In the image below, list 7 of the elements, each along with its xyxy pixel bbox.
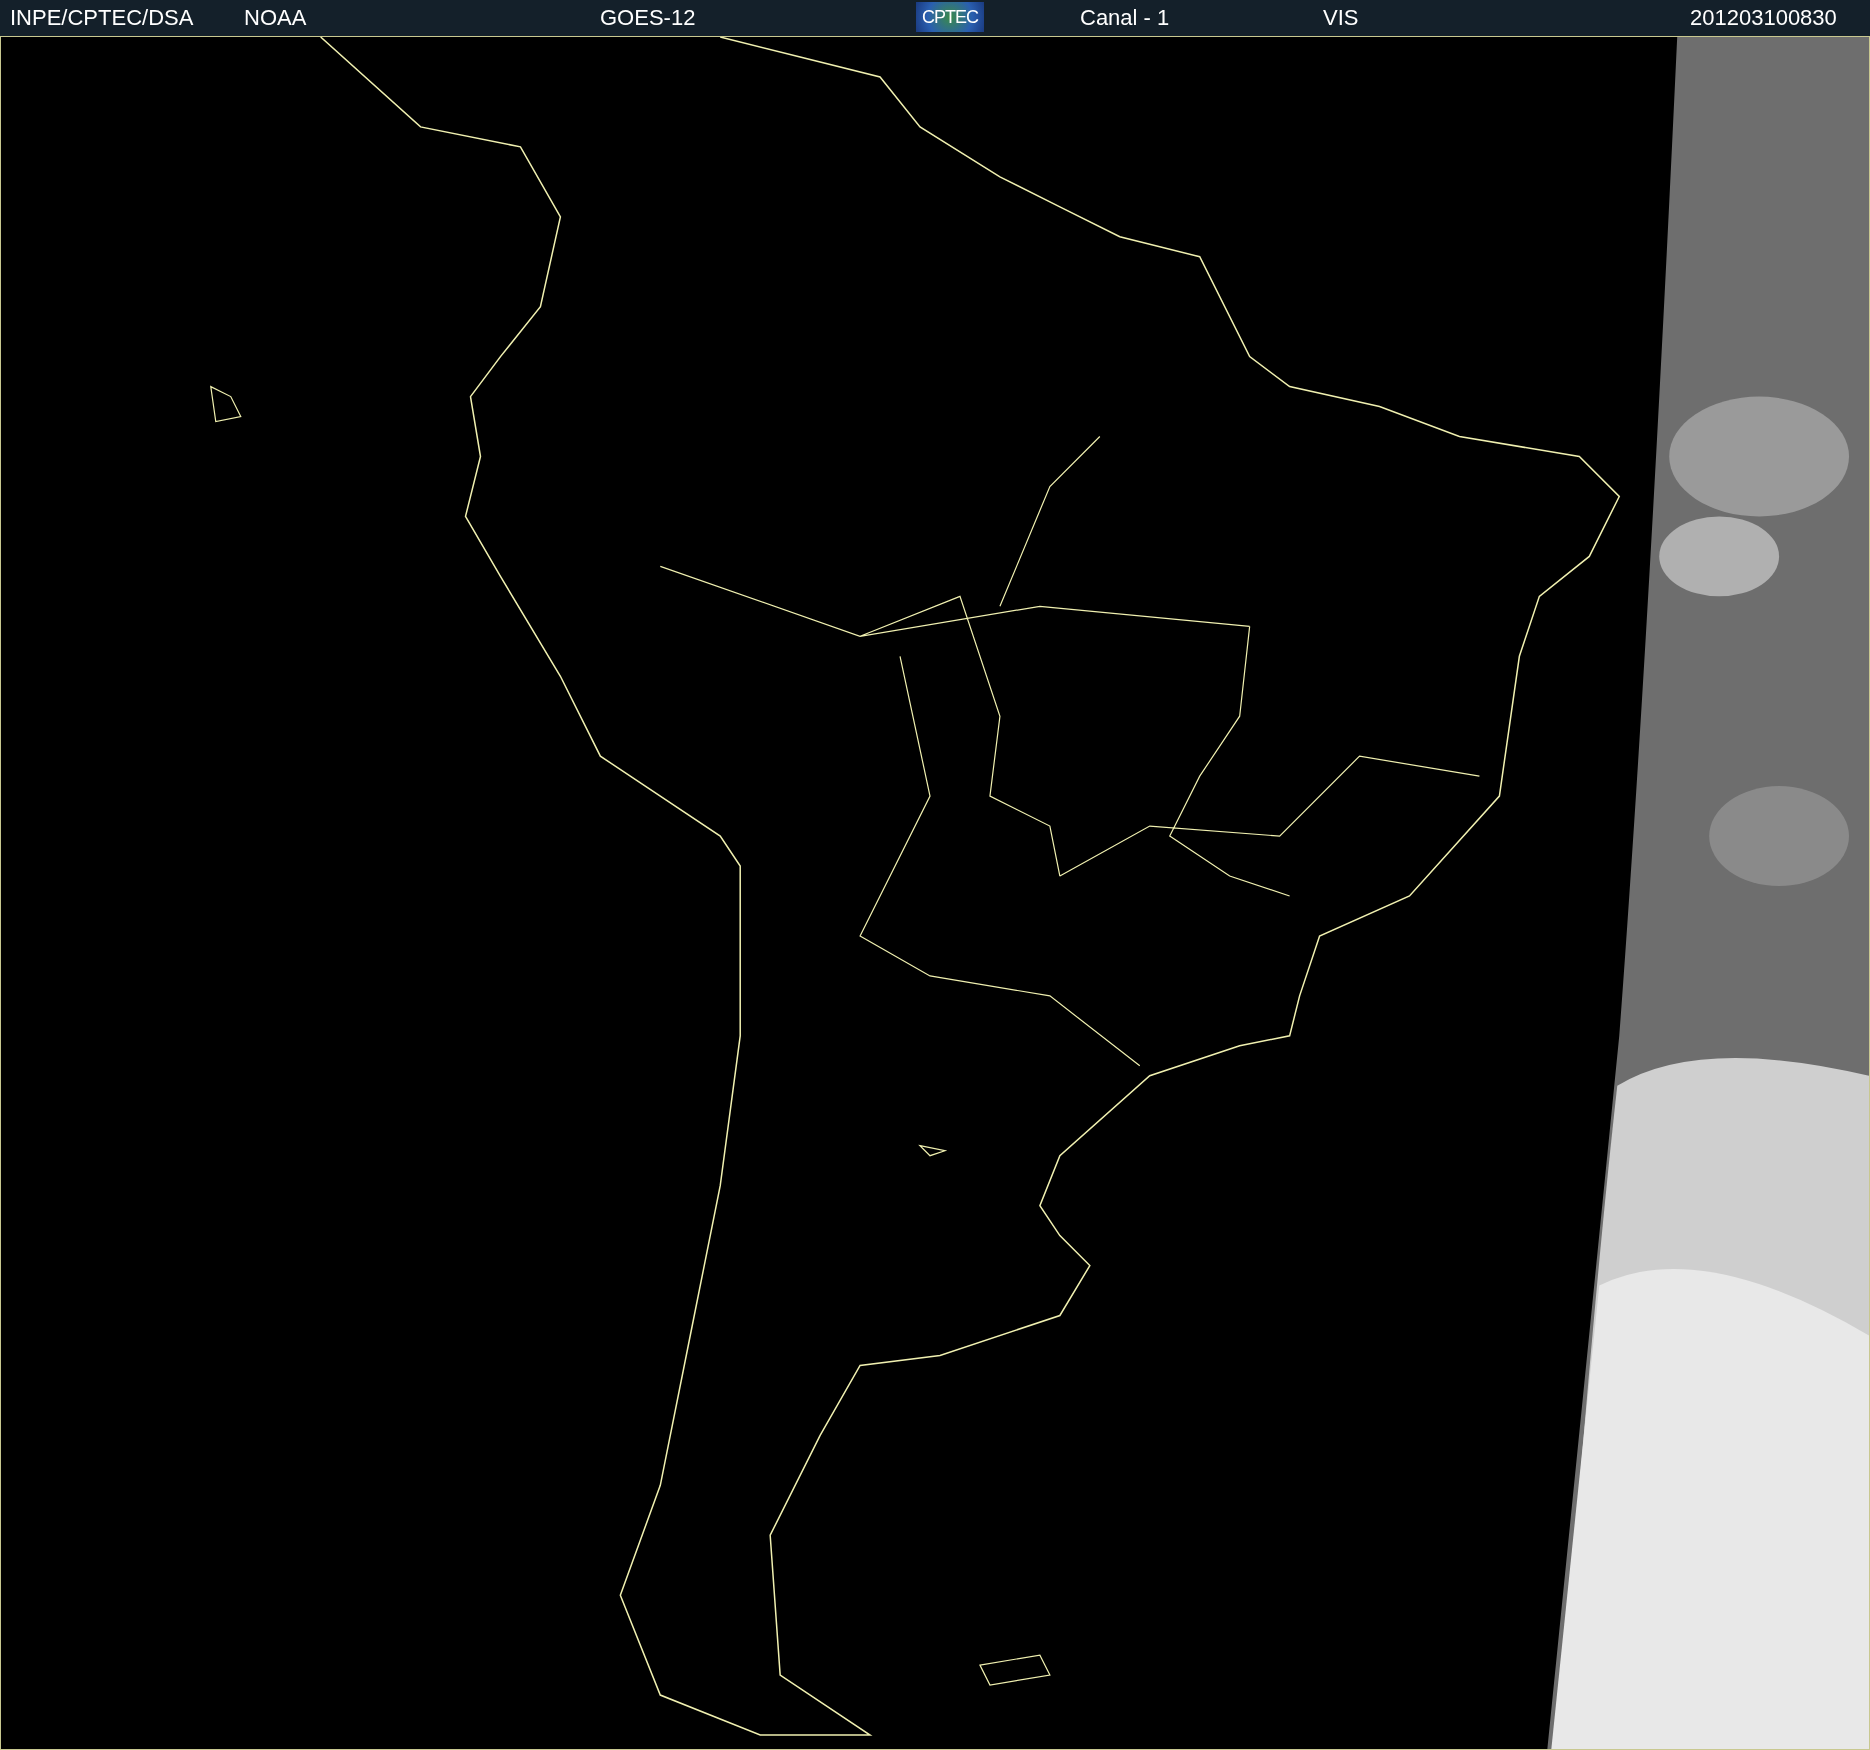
header-text: 201203100830 [1690,6,1837,30]
header-text: VIS [1323,6,1359,30]
header-text: NOAA [244,6,307,30]
header-text: INPE/CPTEC/DSA [10,6,194,30]
header-text: GOES-12 [600,6,696,30]
header-text: Canal - 1 [1080,6,1170,30]
logo: CPTEC [916,2,984,32]
